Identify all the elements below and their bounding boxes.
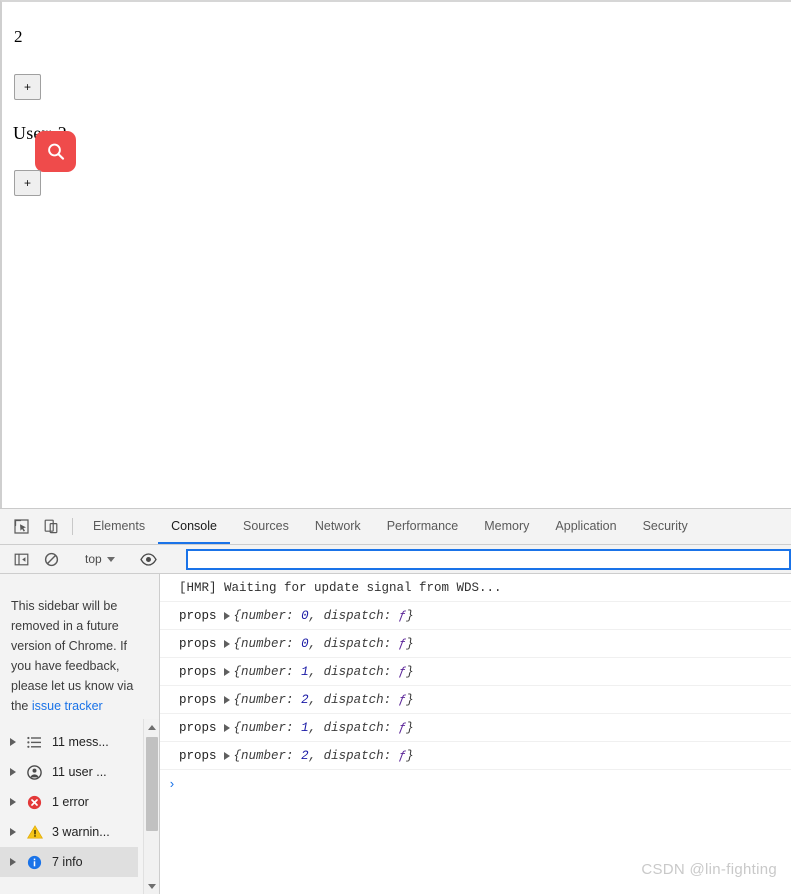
- execution-context-dropdown[interactable]: top: [80, 552, 120, 566]
- object-number-value: 2: [301, 748, 309, 763]
- console-message-label: props: [179, 748, 217, 763]
- console-message-label: props: [179, 636, 217, 651]
- prompt-chevron-icon: ›: [168, 776, 176, 792]
- console-sidebar-tree: 11 mess... 11 user ... 1 error 3 warnin.…: [0, 727, 138, 877]
- console-message-row[interactable]: props {number: 1, dispatch: ƒ}: [160, 658, 791, 686]
- object-number-value: 1: [301, 664, 309, 679]
- device-toolbar-icon[interactable]: [36, 509, 66, 544]
- console-sidebar: This sidebar will be removed in a future…: [0, 574, 160, 894]
- error-icon: [26, 794, 43, 811]
- increment-button-2[interactable]: +: [14, 170, 41, 196]
- console-message-row[interactable]: props {number: 2, dispatch: ƒ}: [160, 742, 791, 770]
- sidebar-item-label: 3 warnin...: [52, 825, 110, 839]
- info-icon: [26, 854, 43, 871]
- console-message-text: [HMR] Waiting for update signal from WDS…: [179, 580, 502, 595]
- object-number-value: 0: [301, 636, 309, 651]
- console-object-preview[interactable]: {number: 0, dispatch: ƒ}: [234, 609, 414, 623]
- execution-context-value: top: [85, 552, 102, 566]
- scrollbar-thumb[interactable]: [146, 737, 158, 831]
- console-toolbar: top: [0, 545, 791, 574]
- tab-performance[interactable]: Performance: [374, 509, 472, 544]
- expand-object-icon[interactable]: [223, 723, 230, 732]
- warning-icon: [26, 824, 43, 841]
- inspect-element-icon[interactable]: [6, 509, 36, 544]
- console-body: This sidebar will be removed in a future…: [0, 574, 791, 894]
- console-filter-input[interactable]: [185, 548, 791, 570]
- expand-object-icon[interactable]: [223, 695, 230, 704]
- object-number-value: 2: [301, 692, 309, 707]
- console-object-preview[interactable]: {number: 1, dispatch: ƒ}: [234, 721, 414, 735]
- tab-sources[interactable]: Sources: [230, 509, 302, 544]
- chevron-right-icon[interactable]: [10, 768, 16, 776]
- sidebar-item-label: 11 user ...: [52, 765, 107, 779]
- sidebar-notice-text: This sidebar will be removed in a future…: [11, 599, 134, 713]
- tab-application[interactable]: Application: [542, 509, 629, 544]
- page-viewport: 2 + User: 2 +: [0, 0, 791, 508]
- sidebar-item-label: 1 error: [52, 795, 89, 809]
- sidebar-item-user-messages[interactable]: 11 user ...: [0, 757, 138, 787]
- console-message-label: props: [179, 720, 217, 735]
- sidebar-item-errors[interactable]: 1 error: [0, 787, 138, 817]
- expand-object-icon[interactable]: [223, 611, 230, 620]
- expand-object-icon[interactable]: [223, 751, 230, 760]
- object-number-value: 0: [301, 608, 309, 623]
- console-message-row[interactable]: props {number: 2, dispatch: ƒ}: [160, 686, 791, 714]
- scroll-up-arrow-icon[interactable]: [144, 719, 159, 735]
- devtools-tabstrip: Elements Console Sources Network Perform…: [0, 509, 791, 545]
- toolbar-separator: [72, 518, 73, 535]
- counter-value: 2: [14, 27, 23, 46]
- object-dispatch-value: ƒ: [398, 608, 407, 623]
- sidebar-item-warnings[interactable]: 3 warnin...: [0, 817, 138, 847]
- sidebar-item-label: 7 info: [52, 855, 83, 869]
- issue-tracker-link[interactable]: issue tracker: [32, 699, 103, 713]
- tab-network[interactable]: Network: [302, 509, 374, 544]
- clear-console-icon[interactable]: [36, 552, 66, 567]
- console-object-preview[interactable]: {number: 2, dispatch: ƒ}: [234, 693, 414, 707]
- object-dispatch-value: ƒ: [398, 720, 407, 735]
- sidebar-deprecation-notice: This sidebar will be removed in a future…: [11, 596, 139, 716]
- console-message-label: props: [179, 664, 217, 679]
- user-icon: [26, 764, 43, 781]
- sidebar-scrollbar[interactable]: [143, 719, 159, 894]
- sidebar-toggle-icon[interactable]: [6, 552, 36, 567]
- devtools-panel: Elements Console Sources Network Perform…: [0, 508, 791, 894]
- console-message-row[interactable]: props {number: 1, dispatch: ƒ}: [160, 714, 791, 742]
- chevron-right-icon[interactable]: [10, 738, 16, 746]
- sidebar-item-label: 11 mess...: [52, 735, 109, 749]
- object-dispatch-value: ƒ: [398, 748, 407, 763]
- console-message-label: props: [179, 692, 217, 707]
- scroll-down-arrow-icon[interactable]: [144, 878, 159, 894]
- object-dispatch-value: ƒ: [398, 692, 407, 707]
- tab-security[interactable]: Security: [630, 509, 701, 544]
- chevron-right-icon[interactable]: [10, 798, 16, 806]
- chevron-down-icon: [106, 556, 115, 562]
- sidebar-item-info[interactable]: 7 info: [0, 847, 138, 877]
- screenshot-root: 2 + User: 2 +: [0, 0, 791, 894]
- live-expression-icon[interactable]: [134, 552, 164, 566]
- chevron-right-icon[interactable]: [10, 858, 16, 866]
- tab-console[interactable]: Console: [158, 509, 230, 544]
- console-message-row[interactable]: props {number: 0, dispatch: ƒ}: [160, 602, 791, 630]
- expand-object-icon[interactable]: [223, 639, 230, 648]
- chevron-right-icon[interactable]: [10, 828, 16, 836]
- object-number-value: 1: [301, 720, 309, 735]
- sidebar-item-messages[interactable]: 11 mess...: [0, 727, 138, 757]
- tab-elements[interactable]: Elements: [80, 509, 158, 544]
- console-message-row[interactable]: props {number: 0, dispatch: ƒ}: [160, 630, 791, 658]
- console-object-preview[interactable]: {number: 1, dispatch: ƒ}: [234, 665, 414, 679]
- console-object-preview[interactable]: {number: 2, dispatch: ƒ}: [234, 749, 414, 763]
- tab-memory[interactable]: Memory: [471, 509, 542, 544]
- expand-object-icon[interactable]: [223, 667, 230, 676]
- console-message-label: props: [179, 608, 217, 623]
- console-message-list: [HMR] Waiting for update signal from WDS…: [160, 574, 791, 894]
- increment-button-1[interactable]: +: [14, 74, 41, 100]
- object-dispatch-value: ƒ: [398, 636, 407, 651]
- console-message-row[interactable]: [HMR] Waiting for update signal from WDS…: [160, 574, 791, 602]
- object-dispatch-value: ƒ: [398, 664, 407, 679]
- list-icon: [26, 734, 43, 751]
- console-prompt-row[interactable]: ›: [160, 770, 791, 798]
- console-object-preview[interactable]: {number: 0, dispatch: ƒ}: [234, 637, 414, 651]
- search-icon[interactable]: [35, 131, 76, 172]
